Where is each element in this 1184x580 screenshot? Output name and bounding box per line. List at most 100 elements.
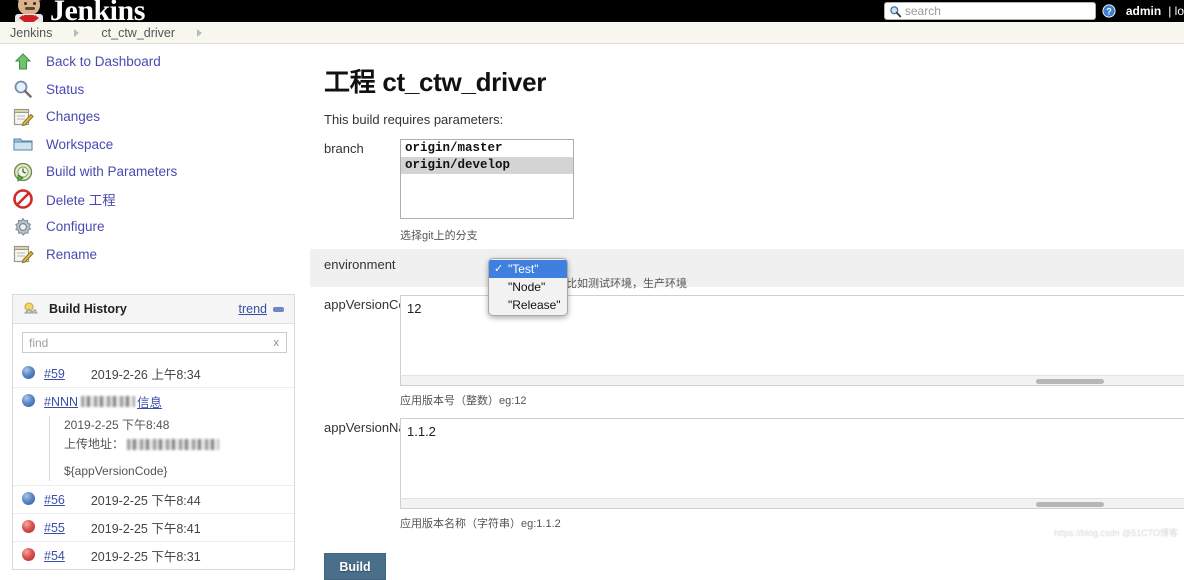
page-title: 工程 ct_ctw_driver (324, 62, 1184, 99)
table-row[interactable]: #56 2019-2-25 下午8:44 (13, 485, 294, 513)
status-ball-red-icon (22, 548, 35, 561)
build-history-icon (23, 301, 39, 317)
param-label-branch: branch (310, 139, 400, 243)
sidebar-item-label: Back to Dashboard (46, 54, 161, 69)
jenkins-home-link[interactable]: Jenkins (12, 0, 145, 22)
param-row-appversionname: appVersionName 1.1.2 应用版本名称（字符串）eg:1.1.2 (310, 412, 1184, 531)
param-hint-appversioncode: 应用版本号（整数）eg:12 (400, 392, 1184, 408)
table-row[interactable]: #NNN 信息 2019-2-25 下午8:48 上传地址： ${appVers… (13, 387, 294, 485)
build-number-link[interactable]: #56 (44, 493, 65, 507)
sidebar-item-label: Build with Parameters (46, 164, 177, 179)
build-history-header: Build History trend (13, 295, 294, 324)
build-history-find-box[interactable]: x (22, 332, 287, 353)
redacted-text (81, 396, 135, 407)
build-variable-text: ${appVersionCode} (64, 462, 288, 481)
scrollbar-thumb[interactable] (1036, 379, 1104, 384)
param-label-appversioncode: appVersionCode (310, 295, 400, 408)
environment-option-label: "Test" (508, 262, 539, 276)
search-input[interactable] (905, 4, 1090, 18)
svg-text:?: ? (1106, 7, 1111, 17)
search-icon (889, 5, 902, 18)
sidebar-item-label: Delete 工程 (46, 189, 116, 209)
build-history-find-wrap: x (13, 324, 294, 360)
build-history-panel: Build History trend x #59 2019-2-26 上午8:… (12, 294, 295, 570)
scrollbar-thumb[interactable] (1036, 502, 1104, 507)
watermark: https://blog.csdn @51CTO博客 (1054, 526, 1178, 539)
build-number-link[interactable]: #54 (44, 549, 65, 563)
build-details: 2019-2-25 下午8:48 上传地址： ${appVersionCode} (49, 416, 288, 481)
clear-find-icon[interactable]: x (274, 336, 280, 350)
status-ball-blue-icon (22, 492, 35, 505)
breadcrumb-item-jenkins[interactable]: Jenkins (10, 26, 52, 40)
appversionname-hscrollbar[interactable] (400, 498, 1184, 509)
appversionname-textarea[interactable]: 1.1.2 (400, 418, 1184, 498)
sidebar-item-label: Status (46, 82, 84, 97)
sidebar-item-label: Changes (46, 109, 100, 124)
sidebar-item-label: Rename (46, 247, 97, 262)
sidebar-item-changes[interactable]: Changes (0, 103, 300, 131)
user-admin-link[interactable]: admin (1126, 4, 1161, 18)
sidebar-item-label: Configure (46, 219, 105, 234)
environment-select-dropdown[interactable]: ✓ "Test" "Node" "Release" (488, 258, 568, 316)
gear-icon (12, 216, 34, 238)
magnifier-icon (12, 78, 34, 100)
branch-listbox[interactable]: origin/master origin/develop (400, 139, 574, 219)
environment-option-release[interactable]: "Release" (489, 296, 567, 314)
build-number-link[interactable]: #55 (44, 521, 65, 535)
sidebar-item-workspace[interactable]: Workspace (0, 131, 300, 159)
status-ball-blue-icon (22, 394, 35, 407)
build-button[interactable]: Build (324, 553, 386, 580)
sidebar: Back to Dashboard Status Changes Workspa… (0, 48, 300, 268)
build-number-link[interactable]: #59 (44, 367, 65, 381)
top-header-bar: Jenkins ? admin | lo (0, 0, 1184, 22)
help-circle-icon[interactable]: ? (1102, 4, 1116, 18)
param-hint-branch: 选择git上的分支 (400, 227, 1184, 243)
no-entry-icon (12, 188, 34, 210)
param-row-appversioncode: appVersionCode 12 应用版本号（整数）eg:12 (310, 289, 1184, 408)
up-arrow-icon (12, 51, 34, 73)
table-row[interactable]: #54 2019-2-25 下午8:31 (13, 541, 294, 569)
sidebar-item-back-to-dashboard[interactable]: Back to Dashboard (0, 48, 300, 76)
appversioncode-hscrollbar[interactable] (400, 375, 1184, 386)
jenkins-butler-icon (12, 0, 46, 22)
sidebar-item-label: Workspace (46, 137, 113, 152)
environment-option-label: "Release" (508, 298, 561, 312)
table-row[interactable]: #55 2019-2-25 下午8:41 (13, 513, 294, 541)
build-history-find-input[interactable] (29, 335, 269, 351)
redacted-url (127, 439, 219, 450)
jenkins-wordmark: Jenkins (50, 0, 145, 22)
logout-link[interactable]: | lo (1168, 4, 1184, 18)
trend-link[interactable]: trend (239, 302, 268, 316)
upload-address-label: 上传地址： (64, 437, 124, 451)
build-history-title: Build History (49, 302, 239, 316)
chevron-right-icon (74, 29, 79, 37)
branch-option-selected[interactable]: origin/develop (401, 157, 573, 174)
trend-bar-icon (273, 307, 284, 312)
build-number-link[interactable]: #NNN (44, 395, 78, 409)
sidebar-item-delete-project[interactable]: Delete 工程 (0, 186, 300, 214)
check-icon: ✓ (494, 261, 503, 277)
param-label-environment: environment (310, 255, 400, 287)
build-date: 2019-2-25 下午8:48 (64, 416, 288, 435)
build-date: 2019-2-25 下午8:31 (91, 546, 201, 565)
branch-option[interactable]: origin/master (401, 140, 573, 157)
chevron-right-icon (197, 29, 202, 37)
build-date: 2019-2-25 下午8:44 (91, 490, 201, 509)
table-row[interactable]: #59 2019-2-26 上午8:34 (13, 360, 294, 387)
clock-play-icon (12, 161, 34, 183)
environment-option-node[interactable]: "Node" (489, 278, 567, 296)
param-label-appversionname: appVersionName (310, 418, 400, 531)
parameters-note: This build requires parameters: (324, 112, 1184, 127)
folder-icon (12, 133, 34, 155)
environment-option-test[interactable]: ✓ "Test" (489, 260, 567, 278)
param-row-environment: environment 比如测试环境，生产环境 ✓ "Test" "Node" … (310, 249, 1184, 287)
sidebar-item-build-with-parameters[interactable]: Build with Parameters (0, 158, 300, 186)
search-box[interactable] (884, 2, 1096, 20)
notepad-pencil-icon (12, 106, 34, 128)
status-ball-red-icon (22, 520, 35, 533)
sidebar-item-configure[interactable]: Configure (0, 213, 300, 241)
breadcrumb-item-project[interactable]: ct_ctw_driver (101, 26, 175, 40)
sidebar-item-rename[interactable]: Rename (0, 241, 300, 269)
sidebar-item-status[interactable]: Status (0, 76, 300, 104)
upload-address-line: 上传地址： (64, 435, 288, 454)
